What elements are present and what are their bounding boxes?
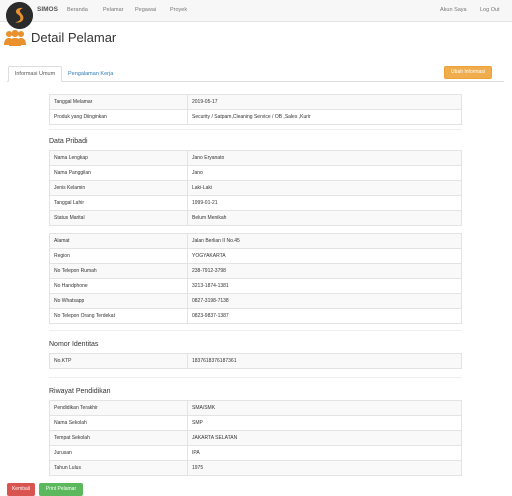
label-cell: Produk yang Diinginkan xyxy=(49,109,188,125)
table-row: Tahun Lulus 1975 xyxy=(49,460,462,476)
value-cell: Security / Satpam,Cleaning Service / OB … xyxy=(187,109,462,125)
print-applicant-button[interactable]: Print Pelamar xyxy=(39,483,83,496)
table-row: No Handphone 3213-1874-1381 xyxy=(49,278,462,294)
education-table: Pendidikan Terakhir SMA/SMK Nama Sekolah S… xyxy=(49,400,462,476)
value-cell: Belum Menikah xyxy=(187,210,462,226)
value-cell: SMA/SMK xyxy=(187,400,462,416)
nav-beranda[interactable]: Beranda xyxy=(67,7,88,13)
table-row: Nama Lengkap Jano Eryanato xyxy=(49,150,462,166)
label-cell: Nama Lengkap xyxy=(49,150,188,166)
table-row: Region YOGYAKARTA xyxy=(49,248,462,264)
label-cell: Tahun Lulus xyxy=(49,460,188,476)
table-row: Jenis Kelamin Laki-Laki xyxy=(49,180,462,196)
nav-pegawai[interactable]: Pegawai xyxy=(135,7,156,13)
users-icon xyxy=(4,29,26,47)
value-cell: 238-7912-3798 xyxy=(187,263,462,279)
value-cell: 3213-1874-1381 xyxy=(187,278,462,294)
label-cell: No Telepon Rumah xyxy=(49,263,188,279)
value-cell: 0823-9837-1387 xyxy=(187,308,462,324)
label-cell: No.KTP xyxy=(49,353,188,369)
section-data-pribadi: Data Pribadi xyxy=(49,138,88,145)
nav-account[interactable]: Akun Saya xyxy=(440,7,467,13)
label-cell: Nama Sekolah xyxy=(49,415,188,431)
value-cell: 0827-3198-7138 xyxy=(187,293,462,309)
page-title: Detail Pelamar xyxy=(31,30,117,45)
section-nomor-identitas: Nomor Identitas xyxy=(49,341,99,348)
table-row: Produk yang Diinginkan Security / Satpam,… xyxy=(49,109,462,125)
label-cell: Tempat Sekolah xyxy=(49,430,188,446)
application-table: Tanggal Melamar 2019-05-17 Produk yang Di… xyxy=(49,94,462,125)
value-cell: 1837618376187361 xyxy=(187,353,462,369)
nav-proyek[interactable]: Proyek xyxy=(170,7,187,13)
value-cell: Jano Eryanato xyxy=(187,150,462,166)
value-cell: 1975 xyxy=(187,460,462,476)
contact-table: Alamat Jalan Berlian II No.45 Region YOGYA… xyxy=(49,233,462,324)
divider xyxy=(49,330,462,331)
value-cell: Jalan Berlian II No.45 xyxy=(187,233,462,249)
table-row: Nama Sekolah SMP xyxy=(49,415,462,431)
label-cell: No Handphone xyxy=(49,278,188,294)
value-cell: SMP xyxy=(187,415,462,431)
label-cell: Jurusan xyxy=(49,445,188,461)
nav-logout[interactable]: Log Out xyxy=(480,7,500,13)
table-row: Tempat Sekolah JAKARTA SELATAN xyxy=(49,430,462,446)
label-cell: Tanggal Lahir xyxy=(49,195,188,211)
edit-info-button[interactable]: Ubah Informasi xyxy=(444,66,492,79)
table-row: No Telepon Orang Terdekat 0823-9837-1387 xyxy=(49,308,462,324)
table-row: No.KTP 1837618376187361 xyxy=(49,353,462,369)
label-cell: Pendidikan Terakhir xyxy=(49,400,188,416)
label-cell: Alamat xyxy=(49,233,188,249)
value-cell: Jano xyxy=(187,165,462,181)
label-cell: No Whatsapp xyxy=(49,293,188,309)
table-row: Tanggal Lahir 1999-01-21 xyxy=(49,195,462,211)
table-row: No Whatsapp 0827-3198-7138 xyxy=(49,293,462,309)
divider xyxy=(49,377,462,378)
personal-table: Nama Lengkap Jano Eryanato Nama Panggilan… xyxy=(49,150,462,226)
value-cell: YOGYAKARTA xyxy=(187,248,462,264)
section-riwayat-pendidikan: Riwayat Pendidikan xyxy=(49,388,111,395)
table-row: Pendidikan Terakhir SMA/SMK xyxy=(49,400,462,416)
tab-pengalaman-kerja[interactable]: Pengalaman Kerja xyxy=(68,67,113,82)
logo-icon[interactable] xyxy=(6,2,33,29)
tab-informasi-umum[interactable]: Informasi Umum xyxy=(8,66,62,82)
label-cell: Nama Panggilan xyxy=(49,165,188,181)
table-row: No Telepon Rumah 238-7912-3798 xyxy=(49,263,462,279)
value-cell: 2019-05-17 xyxy=(187,94,462,110)
brand-name[interactable]: SIMOS xyxy=(37,6,58,13)
label-cell: Tanggal Melamar xyxy=(49,94,188,110)
label-cell: Region xyxy=(49,248,188,264)
label-cell: No Telepon Orang Terdekat xyxy=(49,308,188,324)
value-cell: IPA xyxy=(187,445,462,461)
navbar: SIMOS Beranda Pelamar Pegawai Proyek Aku… xyxy=(0,0,512,29)
value-cell: Laki-Laki xyxy=(187,180,462,196)
table-row: Nama Panggilan Jano xyxy=(49,165,462,181)
value-cell: JAKARTA SELATAN xyxy=(187,430,462,446)
table-row: Tanggal Melamar 2019-05-17 xyxy=(49,94,462,110)
table-row: Status Marital Belum Menikah xyxy=(49,210,462,226)
label-cell: Jenis Kelamin xyxy=(49,180,188,196)
table-row: Jurusan IPA xyxy=(49,445,462,461)
label-cell: Status Marital xyxy=(49,210,188,226)
identity-table: No.KTP 1837618376187361 xyxy=(49,353,462,369)
value-cell: 1999-01-21 xyxy=(187,195,462,211)
table-row: Alamat Jalan Berlian II No.45 xyxy=(49,233,462,249)
nav-pelamar[interactable]: Pelamar xyxy=(103,7,123,13)
divider xyxy=(49,129,462,130)
back-button[interactable]: Kembali xyxy=(7,483,35,496)
